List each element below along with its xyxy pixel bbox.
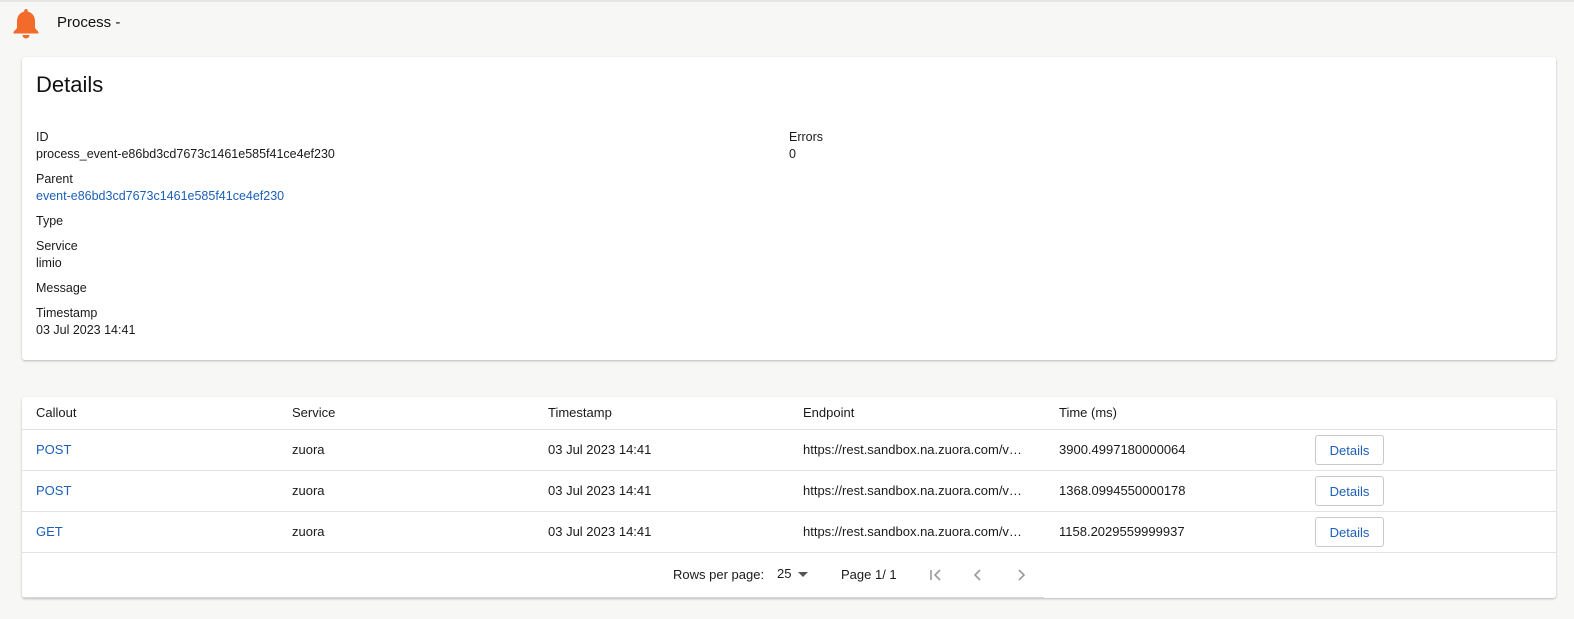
endpoint-cell: https://rest.sandbox.na.zuora.com/v…: [803, 524, 1022, 539]
service-label: Service: [36, 239, 78, 253]
parent-field: Parent event-e86bd3cd7673c1461e585f41ce4…: [36, 171, 284, 205]
pagination-bar: Rows per page: 25 Page 1/ 1: [22, 553, 1556, 598]
details-button[interactable]: Details: [1315, 476, 1384, 506]
timestamp-label: Timestamp: [36, 306, 98, 320]
first-page-icon[interactable]: [924, 563, 948, 587]
details-card: Details ID process_event-e86bd3cd7673c14…: [22, 57, 1556, 360]
callout-method-link[interactable]: GET: [36, 524, 63, 539]
parent-link[interactable]: event-e86bd3cd7673c1461e585f41ce4ef230: [36, 188, 284, 205]
id-field: ID process_event-e86bd3cd7673c1461e585f4…: [36, 129, 335, 163]
details-button[interactable]: Details: [1315, 435, 1384, 465]
errors-field: Errors 0: [789, 129, 823, 163]
callouts-table: Callout Service Timestamp Endpoint Time …: [22, 397, 1556, 598]
app-header: Process -: [0, 2, 1574, 42]
details-title: Details: [36, 72, 104, 97]
endpoint-cell: https://rest.sandbox.na.zuora.com/v…: [803, 483, 1022, 498]
column-header-timestamp[interactable]: Timestamp: [548, 405, 612, 420]
column-header-endpoint[interactable]: Endpoint: [803, 405, 854, 420]
footer-divider: [22, 597, 1044, 598]
column-header-service[interactable]: Service: [292, 405, 335, 420]
timestamp-cell: 03 Jul 2023 14:41: [548, 483, 652, 498]
table-row: POST zuora 03 Jul 2023 14:41 https://res…: [22, 430, 1556, 471]
column-header-time[interactable]: Time (ms): [1059, 405, 1117, 420]
table-row: GET zuora 03 Jul 2023 14:41 https://rest…: [22, 512, 1556, 553]
errors-value: 0: [789, 147, 796, 161]
rows-per-page-label: Rows per page:: [673, 567, 765, 582]
rows-per-page-select[interactable]: 25: [777, 563, 813, 585]
table-header: Callout Service Timestamp Endpoint Time …: [22, 397, 1556, 430]
time-cell: 1158.2029559999937: [1059, 524, 1185, 539]
page-title: Process -: [57, 14, 121, 31]
timestamp-cell: 03 Jul 2023 14:41: [548, 524, 652, 539]
callout-method-link[interactable]: POST: [36, 483, 71, 498]
errors-label: Errors: [789, 130, 824, 144]
endpoint-cell: https://rest.sandbox.na.zuora.com/v…: [803, 442, 1022, 457]
time-cell: 1368.0994550000178: [1059, 483, 1186, 498]
service-cell: zuora: [292, 524, 325, 539]
bell-icon[interactable]: [11, 7, 41, 40]
timestamp-value: 03 Jul 2023 14:41: [36, 323, 136, 337]
service-cell: zuora: [292, 483, 325, 498]
service-value: limio: [36, 256, 62, 270]
id-label: ID: [36, 130, 49, 144]
details-button[interactable]: Details: [1315, 517, 1384, 547]
timestamp-field: Timestamp 03 Jul 2023 14:41: [36, 305, 135, 339]
service-cell: zuora: [292, 442, 325, 457]
service-field: Service limio: [36, 238, 78, 272]
type-field: Type: [36, 213, 63, 230]
type-label: Type: [36, 214, 64, 228]
time-cell: 3900.4997180000064: [1059, 442, 1186, 457]
callout-method-link[interactable]: POST: [36, 442, 71, 457]
message-label: Message: [36, 281, 87, 295]
previous-page-icon[interactable]: [966, 563, 990, 587]
table-row: POST zuora 03 Jul 2023 14:41 https://res…: [22, 471, 1556, 512]
column-header-callout[interactable]: Callout: [36, 405, 76, 420]
rows-per-page-value: 25: [777, 566, 792, 581]
parent-label: Parent: [36, 172, 73, 186]
id-value: process_event-e86bd3cd7673c1461e585f41ce…: [36, 147, 335, 161]
timestamp-cell: 03 Jul 2023 14:41: [548, 442, 652, 457]
message-field: Message: [36, 280, 87, 297]
page-info: Page 1/ 1: [841, 567, 897, 582]
caret-down-icon: [798, 572, 808, 577]
next-page-icon[interactable]: [1009, 563, 1033, 587]
